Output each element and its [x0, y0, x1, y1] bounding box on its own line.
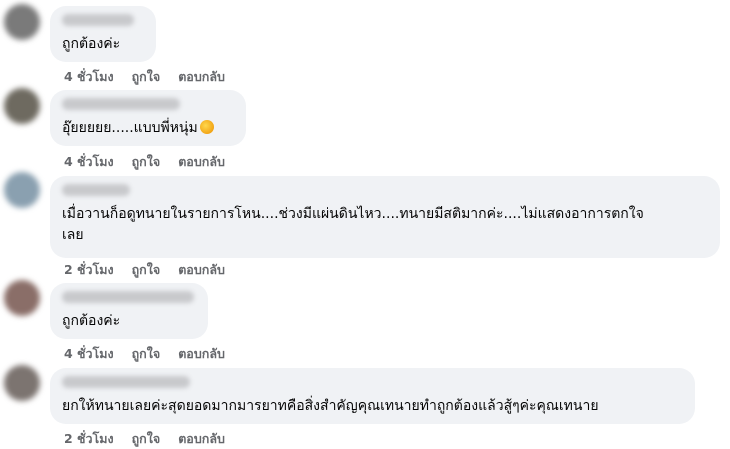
- comment-actions: 4 ชั่วโมง ถูกใจ ตอบกลับ: [64, 152, 225, 172]
- reply-button[interactable]: ตอบกลับ: [178, 429, 225, 449]
- comment-time[interactable]: 4 ชั่วโมง: [64, 344, 114, 364]
- comment-actions: 4 ชั่วโมง ถูกใจ ตอบกลับ: [64, 67, 225, 87]
- reply-button[interactable]: ตอบกลับ: [178, 67, 225, 87]
- reply-button[interactable]: ตอบกลับ: [178, 344, 225, 364]
- avatar[interactable]: [4, 280, 40, 316]
- reply-button[interactable]: ตอบกลับ: [178, 152, 225, 172]
- comment-time[interactable]: 2 ชั่วโมง: [64, 260, 114, 280]
- avatar[interactable]: [4, 88, 40, 124]
- like-button[interactable]: ถูกใจ: [132, 260, 161, 280]
- comment-bubble: เมื่อวานก็อดูทนายในรายการโหน....ช่วงมีแผ…: [50, 176, 720, 258]
- comment-text-row: อุ๊ยยยยย.....แบบพี่หนุ่ม: [62, 118, 234, 139]
- like-button[interactable]: ถูกใจ: [132, 429, 161, 449]
- like-button[interactable]: ถูกใจ: [132, 152, 161, 172]
- comment-text: อุ๊ยยยยย.....แบบพี่หนุ่ม: [62, 120, 198, 136]
- comment-bubble: ถูกต้องค่ะ: [50, 6, 156, 62]
- comment-text: ถูกต้องค่ะ: [62, 313, 121, 329]
- comment-actions: 2 ชั่วโมง ถูกใจ ตอบกลับ: [64, 260, 225, 280]
- avatar[interactable]: [4, 172, 40, 208]
- commenter-name-blurred[interactable]: [62, 291, 194, 303]
- comment-time[interactable]: 4 ชั่วโมง: [64, 67, 114, 87]
- comment-bubble: ถูกต้องค่ะ: [50, 283, 208, 339]
- comment-time[interactable]: 4 ชั่วโมง: [64, 152, 114, 172]
- avatar[interactable]: [4, 365, 40, 401]
- comment-actions: 4 ชั่วโมง ถูกใจ ตอบกลับ: [64, 344, 225, 364]
- reply-button[interactable]: ตอบกลับ: [178, 260, 225, 280]
- comment-bubble: อุ๊ยยยยย.....แบบพี่หนุ่ม: [50, 90, 246, 146]
- like-button[interactable]: ถูกใจ: [132, 344, 161, 364]
- avatar[interactable]: [4, 4, 40, 40]
- comment-bubble: ยกให้ทนายเลยค่ะสุดยอดมากมารยาทคือสิ่งสำค…: [50, 368, 695, 424]
- comment-time[interactable]: 2 ชั่วโมง: [64, 429, 114, 449]
- comment-text: ถูกต้องค่ะ: [62, 36, 121, 52]
- commenter-name-blurred[interactable]: [62, 98, 180, 110]
- commenter-name-blurred[interactable]: [62, 376, 190, 388]
- commenter-name-blurred[interactable]: [62, 14, 134, 26]
- comment-actions: 2 ชั่วโมง ถูกใจ ตอบกลับ: [64, 429, 225, 449]
- comment-text: ยกให้ทนายเลยค่ะสุดยอดมากมารยาทคือสิ่งสำค…: [62, 398, 599, 414]
- comment-text: เมื่อวานก็อดูทนายในรายการโหน....ช่วงมีแผ…: [62, 206, 644, 243]
- like-button[interactable]: ถูกใจ: [132, 67, 161, 87]
- commenter-name-blurred[interactable]: [62, 184, 130, 196]
- rolling-on-floor-laughing-emoji-icon: [199, 120, 214, 134]
